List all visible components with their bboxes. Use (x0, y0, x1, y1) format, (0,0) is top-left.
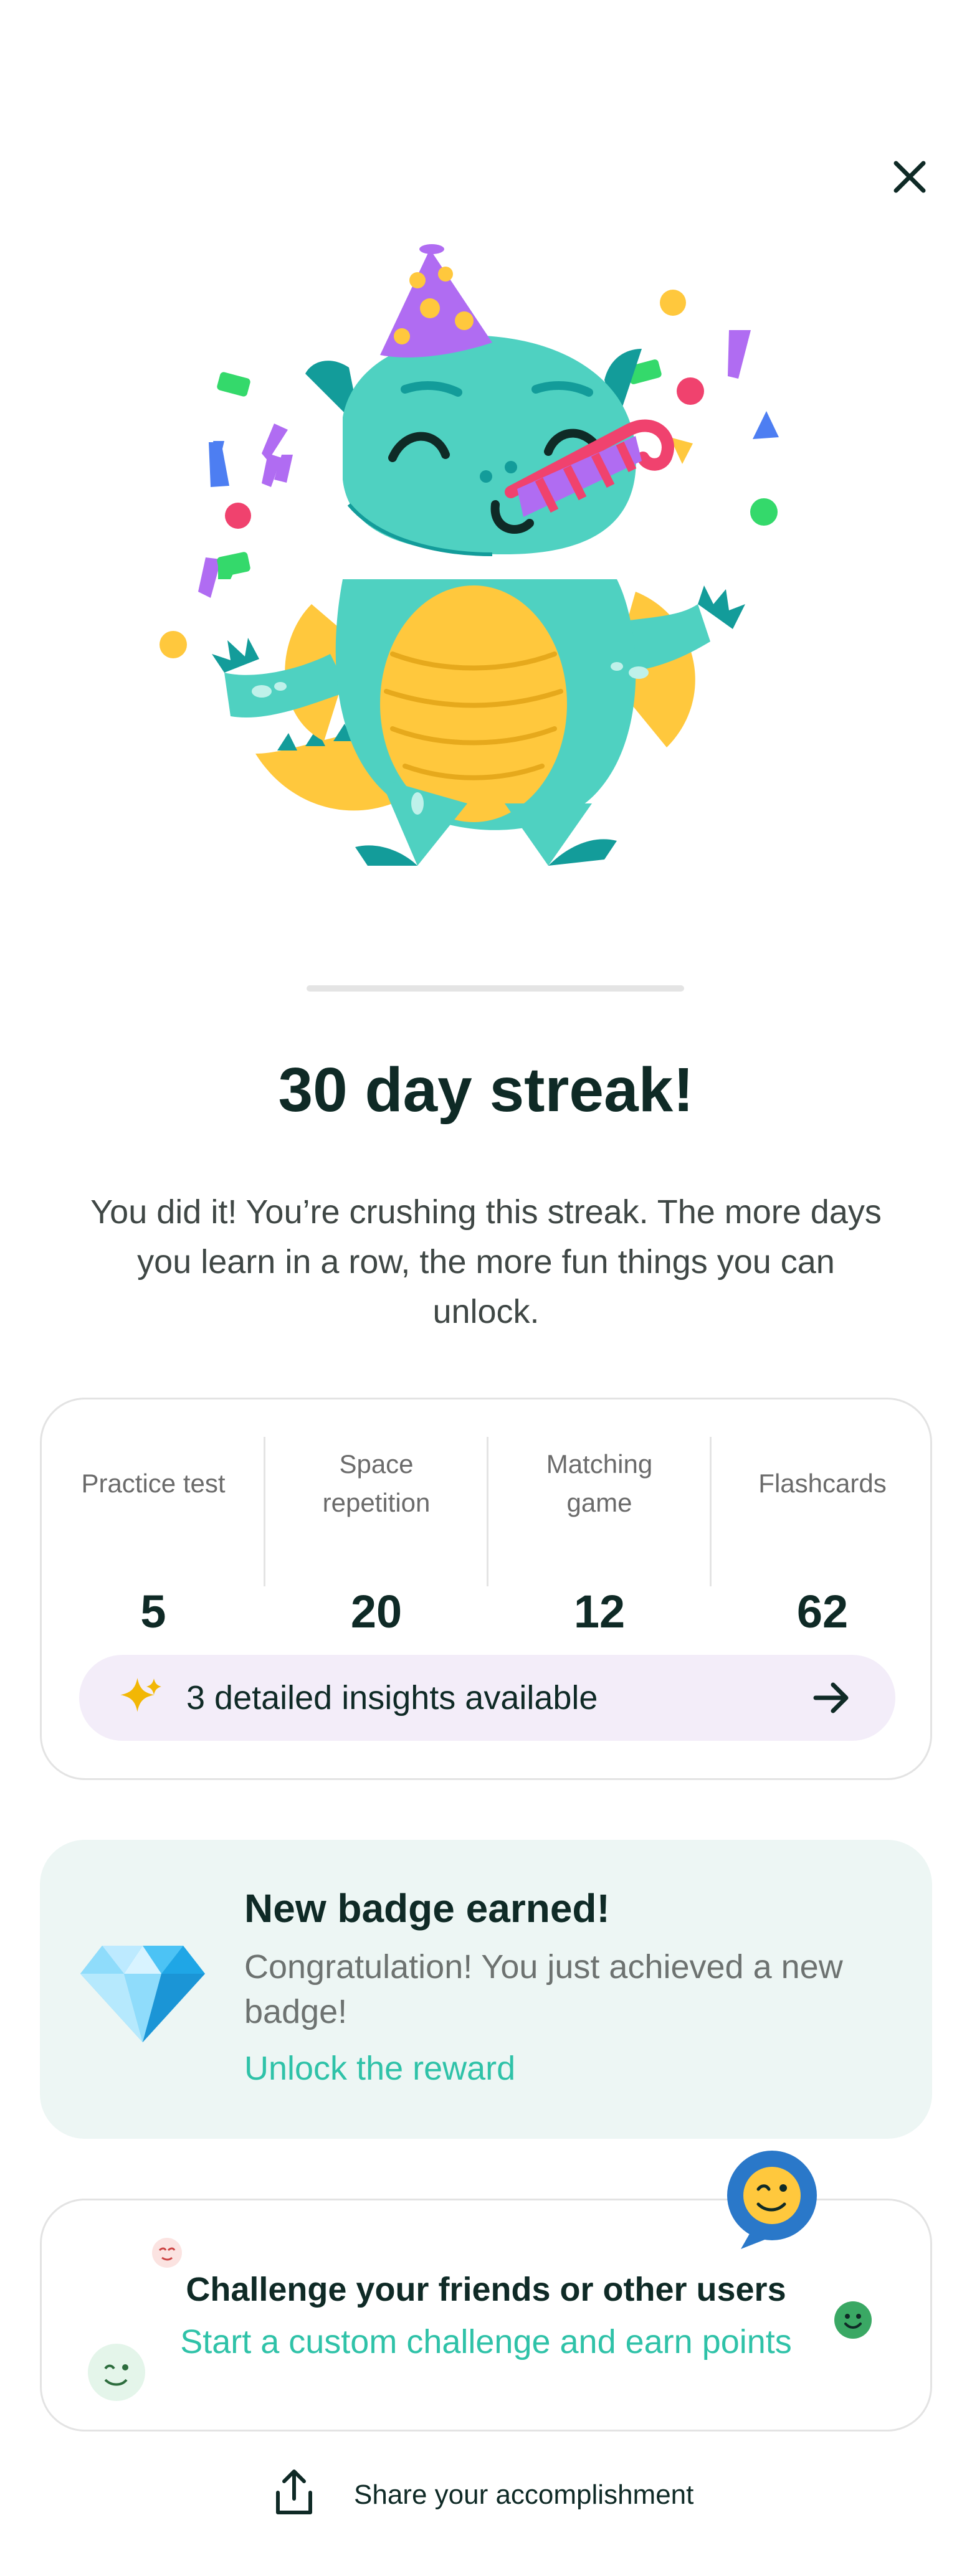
party-dragon-illustration (160, 244, 779, 866)
badge-card: New badge earned! Congratulation! You ju… (40, 1840, 932, 2139)
challenge-subtitle: Start a custom challenge and earn points (180, 2323, 792, 2361)
arrow-right-icon (813, 1682, 849, 1713)
unlock-reward-link[interactable]: Unlock the reward (244, 2047, 515, 2090)
drag-handle[interactable] (307, 985, 684, 992)
stat-value: 5 (140, 1586, 166, 1637)
share-label: Share your accomplishment (354, 2479, 694, 2510)
close-button[interactable] (885, 152, 935, 202)
challenge-card[interactable]: Challenge your friends or other users St… (40, 2151, 932, 2432)
page-subtitle: You did it! You’re crushing this streak.… (90, 1193, 882, 1330)
stat-label: Space repetition (322, 1449, 431, 1517)
badge-body: Congratulation! You just achieved a new … (244, 1948, 843, 2030)
page-title: 30 day streak! (278, 1055, 694, 1125)
diamond-icon (80, 1946, 205, 2042)
stat-value: 62 (796, 1586, 849, 1637)
stats-card: Practice test 5 Space repetition 20 Matc… (40, 1398, 932, 1780)
shy-face-icon (152, 2238, 182, 2268)
stat-matching-game: Matching game 12 (488, 1437, 711, 1637)
stat-space-repetition: Space repetition 20 (265, 1437, 488, 1637)
share-button[interactable]: Share your accomplishment (262, 2466, 735, 2522)
sparkles-icon (120, 1678, 161, 1712)
stat-flashcards: Flashcards 62 (711, 1437, 934, 1637)
stat-label: Flashcards (758, 1469, 887, 1498)
stat-label: Practice test (81, 1469, 226, 1498)
stat-label: Matching game (546, 1449, 653, 1517)
challenge-heading: Challenge your friends or other users (186, 2271, 786, 2308)
insights-button[interactable]: 3 detailed insights available (79, 1655, 895, 1741)
stat-value: 20 (350, 1586, 403, 1637)
share-icon (276, 2469, 312, 2514)
close-icon (893, 161, 926, 193)
badge-heading: New badge earned! (244, 1886, 610, 1931)
chat-bubble-emoji-icon (727, 2151, 817, 2249)
stat-practice-test: Practice test 5 (42, 1437, 265, 1637)
insights-label: 3 detailed insights available (186, 1679, 598, 1717)
stat-value: 12 (573, 1586, 626, 1637)
